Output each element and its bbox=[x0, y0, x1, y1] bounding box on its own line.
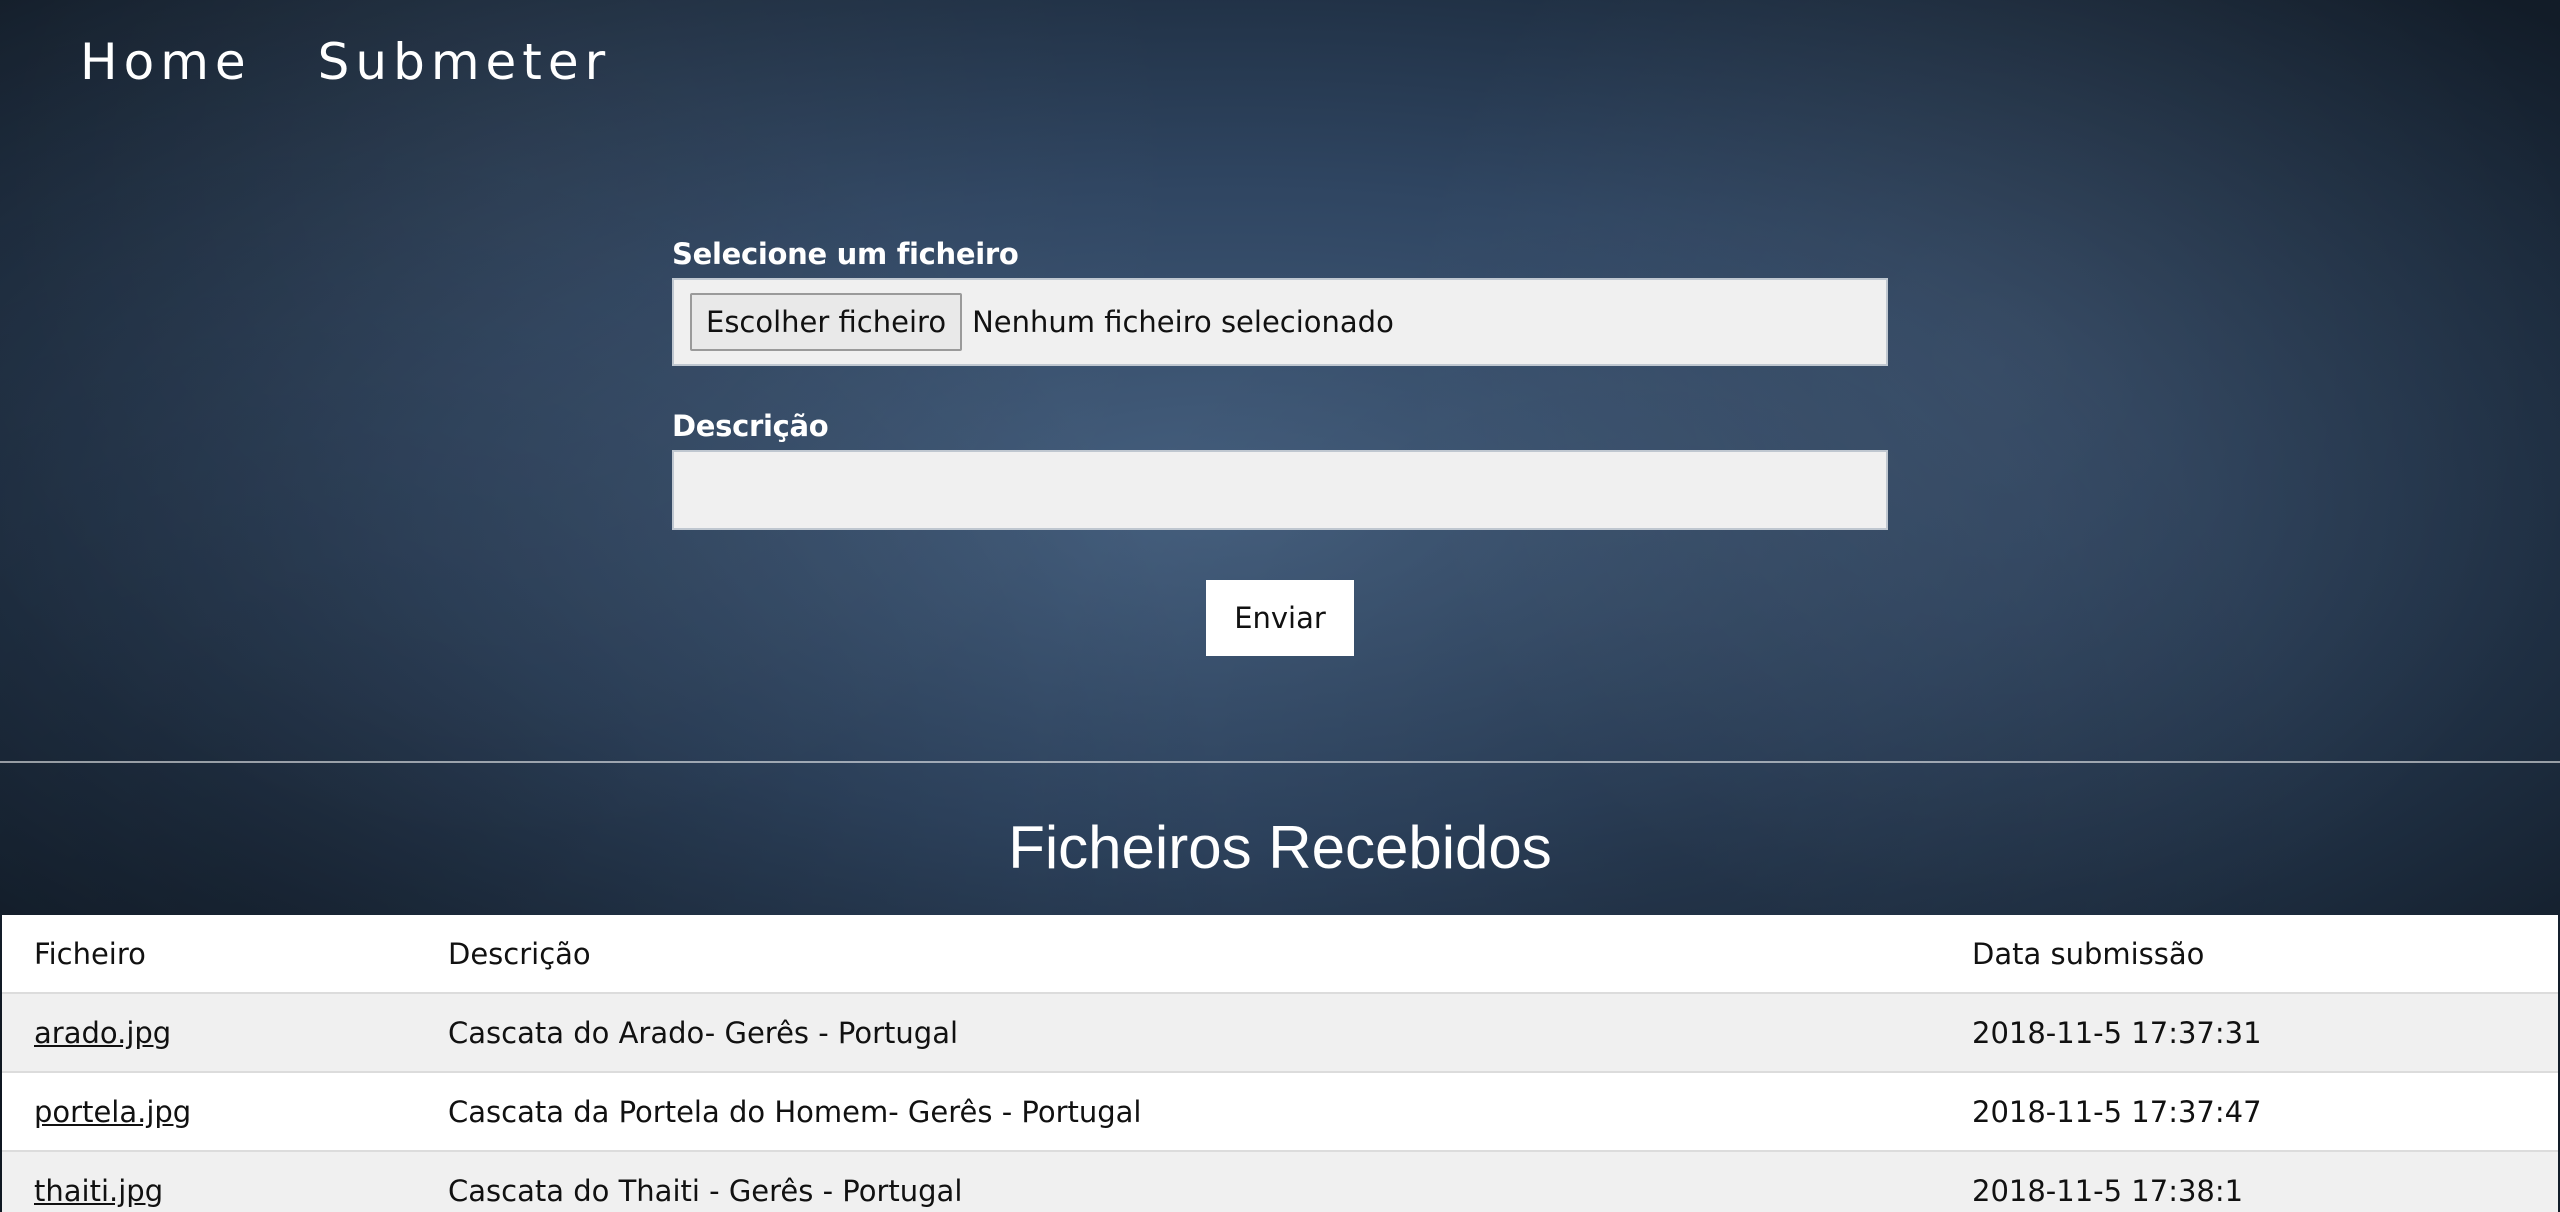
date-cell: 2018-11-5 17:37:47 bbox=[1940, 1072, 2558, 1152]
file-link[interactable]: thaiti.jpg bbox=[34, 1174, 163, 1208]
received-files-title: Ficheiros Recebidos bbox=[1008, 814, 1552, 881]
file-cell: arado.jpg bbox=[2, 993, 416, 1073]
file-status-text: Nenhum ficheiro selecionado bbox=[972, 305, 1394, 339]
description-cell: Cascata do Arado- Gerês - Portugal bbox=[416, 993, 1940, 1073]
received-files-table: Ficheiro Descrição Data submissão arado.… bbox=[2, 915, 2558, 1212]
file-link[interactable]: arado.jpg bbox=[34, 1016, 171, 1050]
received-files-table-container: Ficheiro Descrição Data submissão arado.… bbox=[2, 915, 2558, 1212]
table-row: portela.jpg Cascata da Portela do Homem-… bbox=[2, 1072, 2558, 1152]
choose-file-button[interactable]: Escolher ficheiro bbox=[690, 293, 963, 351]
file-cell: portela.jpg bbox=[2, 1072, 416, 1152]
file-field-label: Selecione um ficheiro bbox=[672, 237, 1019, 271]
table-header-row: Ficheiro Descrição Data submissão bbox=[2, 915, 2558, 994]
upload-form: Selecione um ficheiro Escolher ficheiro … bbox=[672, 236, 1888, 530]
section-divider bbox=[0, 761, 2560, 763]
description-field-label: Descrição bbox=[672, 409, 829, 443]
file-cell: thaiti.jpg bbox=[2, 1151, 416, 1212]
file-link[interactable]: portela.jpg bbox=[34, 1095, 191, 1129]
date-cell: 2018-11-5 17:37:31 bbox=[1940, 993, 2558, 1073]
table-row: arado.jpg Cascata do Arado- Gerês - Port… bbox=[2, 993, 2558, 1073]
description-cell: Cascata da Portela do Homem- Gerês - Por… bbox=[416, 1072, 1940, 1152]
description-input[interactable] bbox=[672, 450, 1888, 530]
top-nav: Home Submeter bbox=[80, 30, 611, 94]
date-cell: 2018-11-5 17:38:1 bbox=[1940, 1151, 2558, 1212]
column-header-date: Data submissão bbox=[1940, 915, 2558, 994]
submit-button[interactable]: Enviar bbox=[1206, 580, 1354, 656]
file-input[interactable]: Escolher ficheiro Nenhum ficheiro seleci… bbox=[672, 278, 1888, 366]
column-header-file: Ficheiro bbox=[2, 915, 416, 994]
nav-submeter-link[interactable]: Submeter bbox=[318, 30, 612, 94]
nav-home-link[interactable]: Home bbox=[80, 30, 252, 94]
column-header-description: Descrição bbox=[416, 915, 1940, 994]
description-cell: Cascata do Thaiti - Gerês - Portugal bbox=[416, 1151, 1940, 1212]
table-row: thaiti.jpg Cascata do Thaiti - Gerês - P… bbox=[2, 1151, 2558, 1212]
